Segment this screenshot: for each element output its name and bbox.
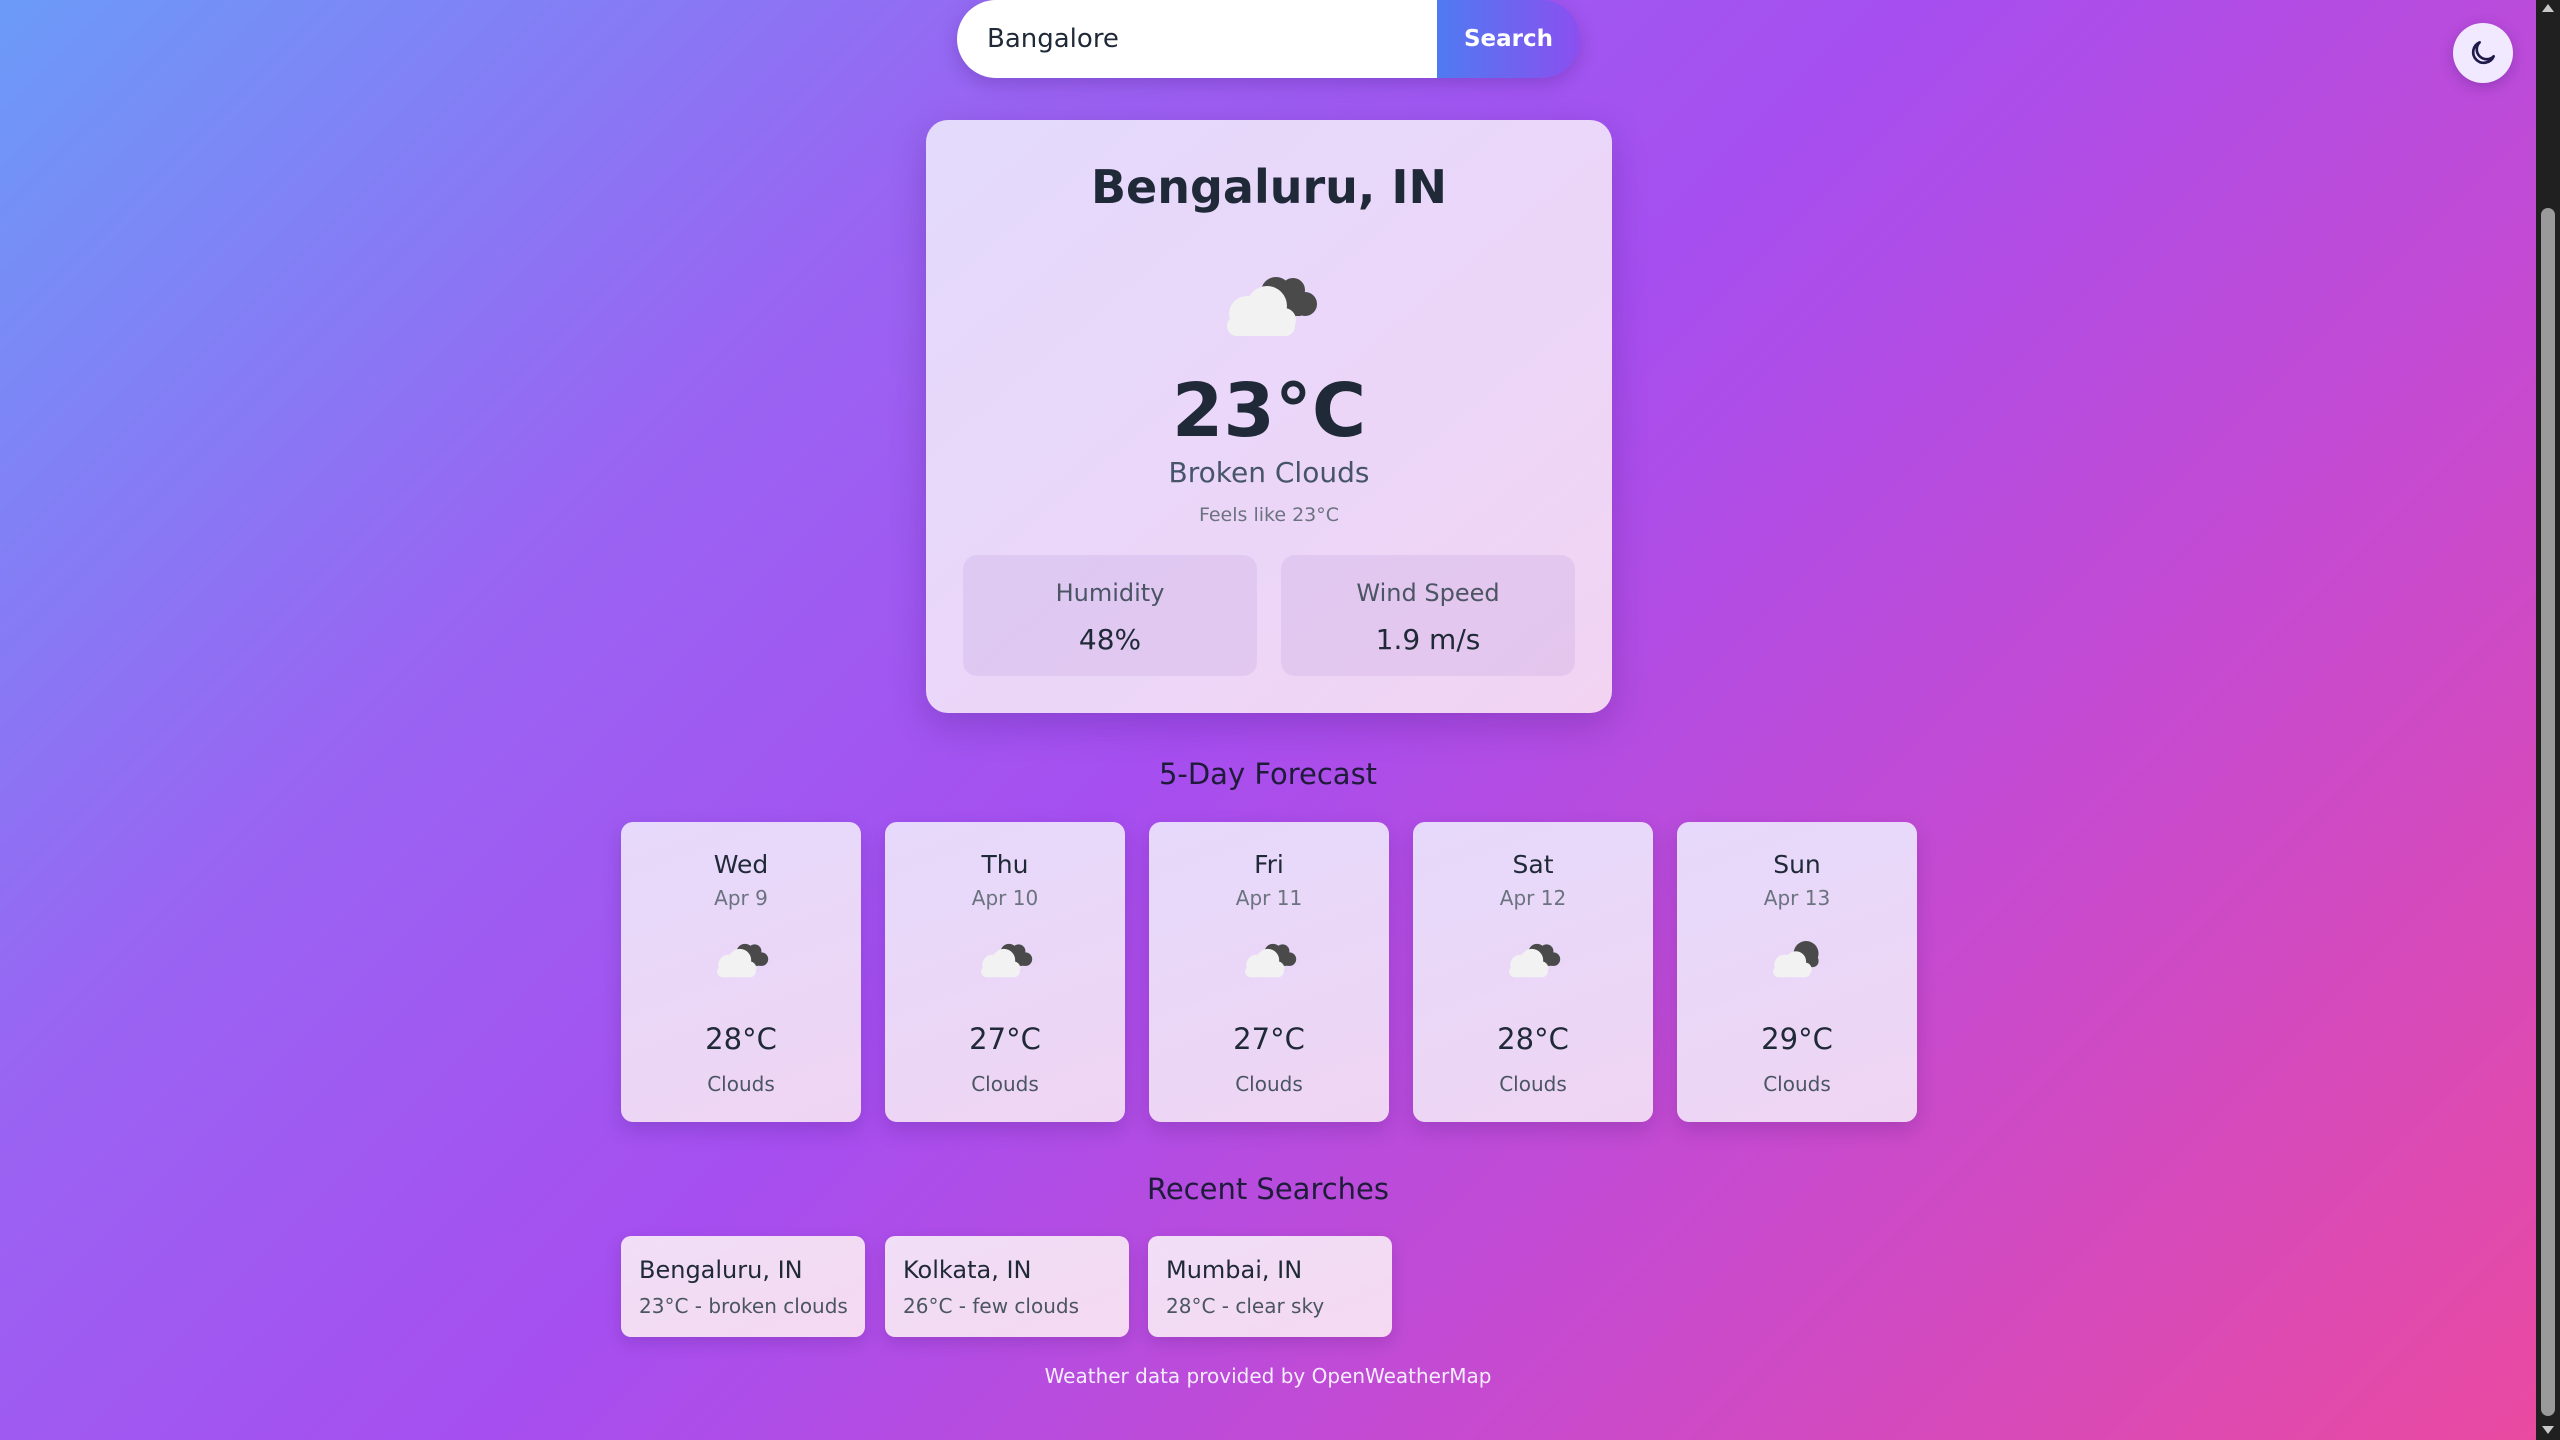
footer-attribution: Weather data provided by OpenWeatherMap	[1044, 1364, 1492, 1388]
forecast-card: Fri Apr 11 27°C Clouds	[1149, 822, 1389, 1122]
recent-search-item[interactable]: Bengaluru, IN 23°C - broken clouds	[621, 1236, 865, 1337]
theme-toggle-button[interactable]	[2453, 23, 2513, 83]
humidity-value: 48%	[1078, 623, 1142, 656]
forecast-date: Apr 10	[971, 886, 1039, 910]
forecast-date: Apr 13	[1763, 886, 1831, 910]
forecast-day: Fri	[1254, 850, 1284, 879]
current-weather-card: Bengaluru, IN 23°C Broken Clouds Feels l…	[926, 120, 1612, 713]
forecast-temperature: 29°C	[1761, 1022, 1833, 1056]
forecast-card: Sun Apr 13 29°C Clouds	[1677, 822, 1917, 1122]
wind-speed-value: 1.9 m/s	[1375, 623, 1481, 656]
forecast-date: Apr 11	[1235, 886, 1303, 910]
forecast-temperature: 28°C	[705, 1022, 777, 1056]
current-condition: Broken Clouds	[1168, 456, 1370, 489]
forecast-temperature: 27°C	[969, 1022, 1041, 1056]
forecast-condition: Clouds	[1235, 1072, 1303, 1096]
forecast-card: Sat Apr 12 28°C Clouds	[1413, 822, 1653, 1122]
broken-clouds-icon	[1227, 277, 1317, 336]
forecast-date: Apr 9	[714, 886, 768, 910]
moon-icon	[2471, 41, 2495, 65]
current-temperature: 23°C	[1171, 368, 1367, 454]
recent-city: Bengaluru, IN	[639, 1256, 803, 1284]
forecast-condition: Clouds	[1499, 1072, 1567, 1096]
overcast-clouds-icon	[1773, 941, 1819, 978]
recent-detail: 23°C - broken clouds	[639, 1294, 848, 1318]
broken-clouds-icon	[1509, 943, 1561, 978]
forecast-day: Sat	[1512, 850, 1554, 879]
forecast-card: Wed Apr 9 28°C Clouds	[621, 822, 861, 1122]
scroll-thumb[interactable]	[2541, 208, 2555, 1416]
forecast-temperature: 27°C	[1233, 1022, 1305, 1056]
recent-detail: 28°C - clear sky	[1166, 1294, 1325, 1318]
recent-search-item[interactable]: Kolkata, IN 26°C - few clouds	[885, 1236, 1129, 1337]
humidity-stat: Humidity 48%	[963, 555, 1257, 676]
forecast-condition: Clouds	[707, 1072, 775, 1096]
wind-speed-stat: Wind Speed 1.9 m/s	[1281, 555, 1575, 676]
forecast-title: 5-Day Forecast	[1158, 757, 1378, 791]
broken-clouds-icon	[717, 943, 769, 978]
forecast-condition: Clouds	[971, 1072, 1039, 1096]
forecast-date: Apr 12	[1499, 886, 1567, 910]
recent-searches-title: Recent Searches	[1146, 1172, 1390, 1206]
scrollbar[interactable]	[2536, 0, 2560, 1440]
search-bar: Search	[957, 0, 1580, 78]
broken-clouds-icon	[1245, 943, 1297, 978]
forecast-day: Wed	[713, 850, 769, 879]
forecast-day: Thu	[981, 850, 1029, 879]
forecast-temperature: 28°C	[1497, 1022, 1569, 1056]
recent-city: Kolkata, IN	[903, 1256, 1032, 1284]
forecast-card: Thu Apr 10 27°C Clouds	[885, 822, 1125, 1122]
forecast-day: Sun	[1773, 850, 1821, 879]
weather-app: Search Bengaluru, IN 23°C Broken Clouds …	[0, 0, 2536, 1440]
recent-city: Mumbai, IN	[1166, 1256, 1303, 1284]
city-name: Bengaluru, IN	[1090, 160, 1448, 214]
broken-clouds-icon	[981, 943, 1033, 978]
recent-search-item[interactable]: Mumbai, IN 28°C - clear sky	[1148, 1236, 1392, 1337]
scroll-up-arrow-icon[interactable]	[2542, 4, 2554, 12]
forecast-condition: Clouds	[1763, 1072, 1831, 1096]
scroll-down-arrow-icon[interactable]	[2542, 1426, 2554, 1434]
humidity-label: Humidity	[1055, 579, 1165, 607]
recent-detail: 26°C - few clouds	[903, 1294, 1079, 1318]
feels-like: Feels like 23°C	[1198, 504, 1340, 526]
search-button[interactable]: Search	[1437, 0, 1580, 78]
wind-speed-label: Wind Speed	[1356, 579, 1500, 607]
search-input[interactable]	[957, 0, 1437, 78]
